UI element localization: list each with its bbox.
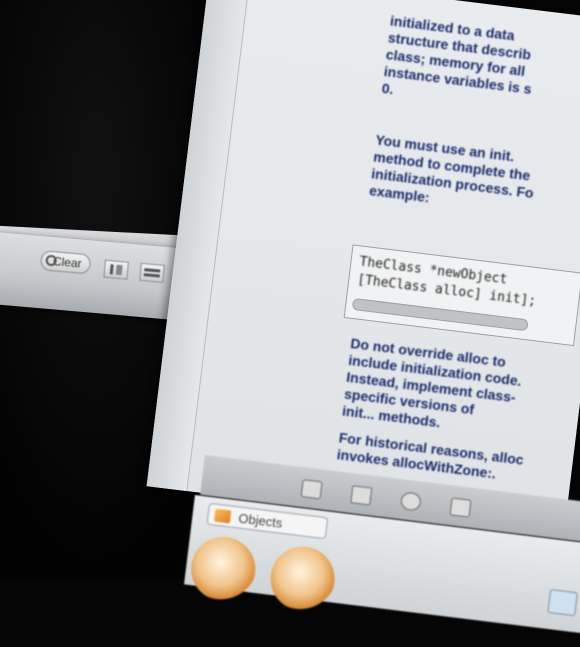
grid-icon[interactable]: [449, 497, 472, 518]
globe-icon[interactable]: [399, 491, 422, 512]
clear-button[interactable]: Clear: [39, 250, 92, 275]
code-example: TheClass *newObject [TheClass alloc] ini…: [343, 244, 580, 347]
doc-paragraph-memory: initialized to a data structure that des…: [380, 12, 533, 98]
document-icon[interactable]: [300, 479, 323, 500]
split-view-icon[interactable]: [139, 262, 165, 283]
objects-label: Objects: [237, 510, 284, 531]
doc-paragraph-init: You must use an init. method to complete…: [368, 131, 535, 206]
outline-view-icon[interactable]: [103, 259, 129, 280]
grid-view-icon[interactable]: [547, 588, 578, 617]
library-item-thumbnail[interactable]: [266, 543, 339, 615]
clear-button-label: Clear: [52, 254, 83, 271]
braces-icon[interactable]: [350, 485, 373, 506]
library-item-thumbnail[interactable]: [187, 533, 259, 605]
objects-icon: [213, 508, 232, 524]
doc-paragraph-override: Do not override alloc to include initial…: [341, 334, 523, 431]
objects-selector[interactable]: Objects: [206, 502, 329, 540]
